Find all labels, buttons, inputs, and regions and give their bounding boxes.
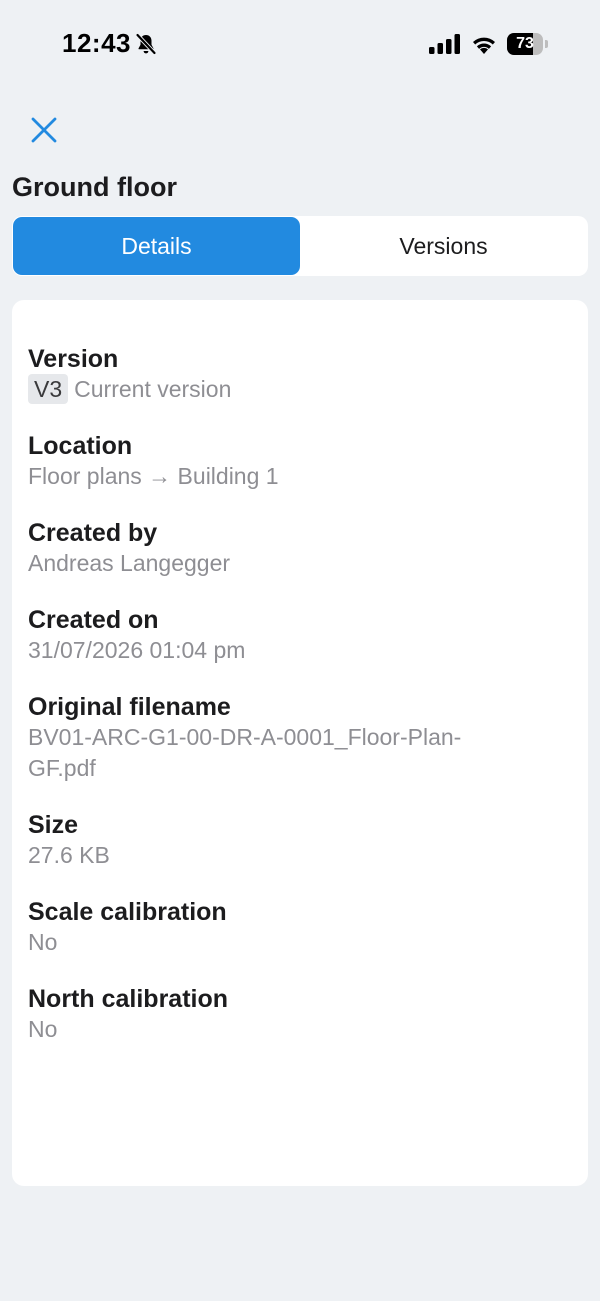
field-label: Size — [28, 811, 79, 839]
status-bar: 12:43 73 — [0, 0, 600, 90]
field-original-filename: Original filename BV01-ARC-G1-00-DR-A-00… — [28, 692, 572, 784]
field-value: No — [28, 929, 58, 955]
field-value: 27.6 KB — [28, 842, 110, 868]
field-value: No — [28, 1016, 58, 1042]
field-size: Size 27.6 KB — [28, 810, 572, 871]
field-value: BV01-ARC-G1-00-DR-A-0001_Floor-Plan-GF.p… — [28, 724, 462, 781]
field-version: Version V3 Current version — [28, 344, 572, 405]
battery-indicator: 73 — [507, 33, 549, 55]
version-badge: V3 — [28, 374, 69, 404]
field-value: V3 Current version — [28, 374, 572, 405]
field-created-by: Created by Andreas Langegger — [28, 518, 572, 579]
field-scale-calibration: Scale calibration No — [28, 897, 572, 958]
status-time: 12:43 — [62, 28, 131, 58]
tab-versions[interactable]: Versions — [300, 217, 587, 275]
field-north-calibration: North calibration No — [28, 984, 572, 1045]
bell-slash-icon — [136, 33, 156, 55]
field-location: Location Floor plans → Building 1 — [28, 431, 572, 492]
details-card: Version V3 Current version Location Floor… — [12, 300, 588, 1186]
page-title: Ground floor — [12, 172, 177, 202]
wifi-icon — [473, 37, 495, 54]
field-label: Created by — [28, 519, 158, 547]
field-label: Original filename — [28, 693, 231, 721]
battery-level: 73 — [516, 35, 534, 52]
field-value: Floor plans → Building 1 — [28, 463, 279, 489]
version-status: Current version — [74, 376, 232, 402]
field-value: Andreas Langegger — [28, 550, 231, 576]
tab-details[interactable]: Details — [13, 217, 300, 275]
field-label: North calibration — [28, 985, 229, 1013]
field-label: Version — [28, 345, 119, 373]
field-label: Location — [28, 432, 133, 460]
segmented-tabs: Details Versions — [12, 216, 588, 276]
field-created-on: Created on 31/07/2026 01:04 pm — [28, 605, 572, 666]
field-label: Created on — [28, 606, 159, 634]
close-icon — [31, 117, 57, 143]
field-value: 31/07/2026 01:04 pm — [28, 637, 246, 663]
field-label: Scale calibration — [28, 898, 227, 926]
cellular-signal-icon — [429, 34, 460, 54]
close-button[interactable] — [24, 110, 64, 150]
